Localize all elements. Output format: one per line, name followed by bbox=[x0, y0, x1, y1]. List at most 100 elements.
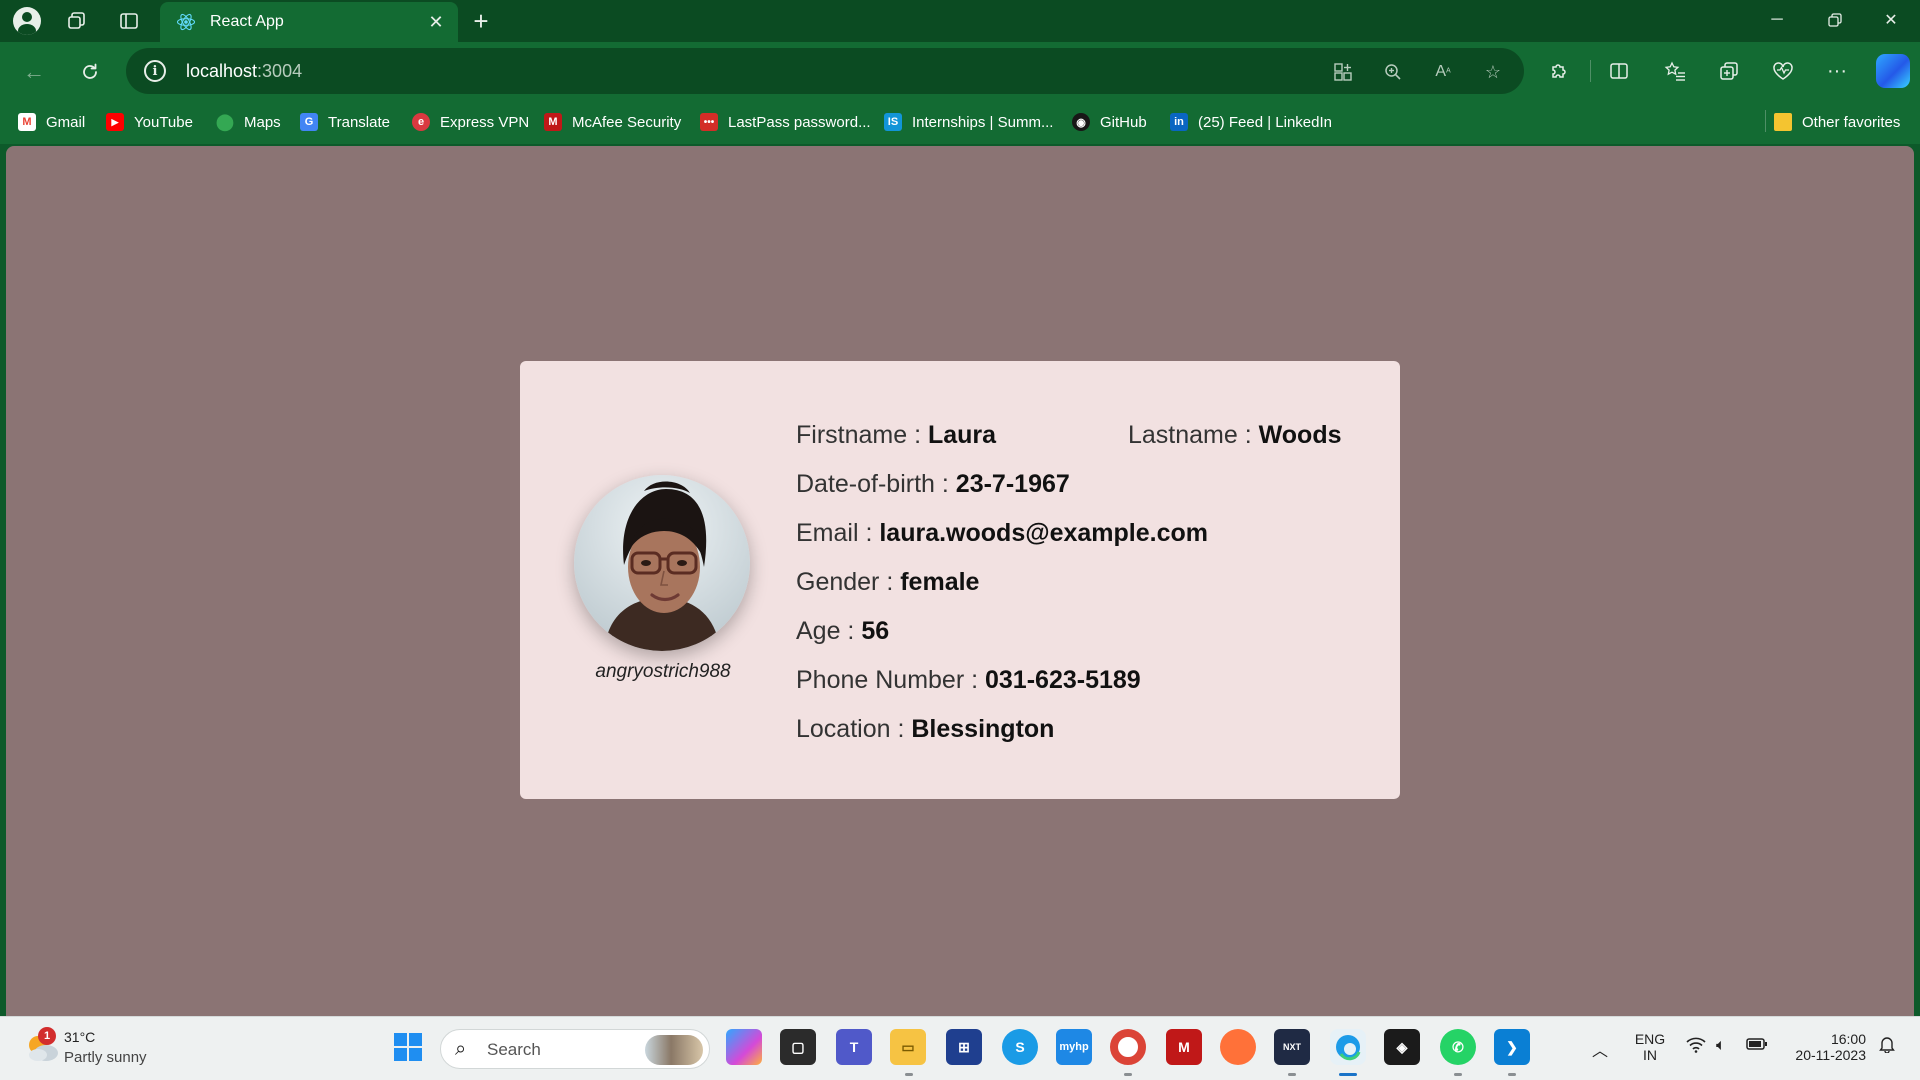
favorite-github[interactable]: ◉ GitHub bbox=[1072, 110, 1147, 134]
close-tab-icon[interactable]: ✕ bbox=[424, 10, 448, 34]
url-text[interactable]: localhost:3004 bbox=[186, 61, 302, 82]
internshala-icon: IS bbox=[884, 113, 902, 131]
toolbar-divider bbox=[1590, 60, 1591, 82]
task-view-icon[interactable]: ▢ bbox=[780, 1029, 816, 1065]
age-field: Age : 56 bbox=[796, 617, 890, 645]
translate-icon: G bbox=[300, 113, 318, 131]
copilot-icon[interactable] bbox=[1876, 54, 1910, 88]
tab-title: React App bbox=[210, 13, 284, 30]
tab-react-app[interactable]: React App ✕ bbox=[160, 2, 458, 42]
lastpass-icon: ••• bbox=[700, 113, 718, 131]
firstname-field: Firstname : Laura bbox=[796, 421, 997, 449]
weather-description: Partly sunny bbox=[64, 1049, 147, 1066]
volume-icon[interactable]: 🔈︎ bbox=[1716, 1037, 1726, 1055]
edge-icon[interactable] bbox=[1330, 1029, 1366, 1065]
favorite-gmail[interactable]: M Gmail bbox=[18, 110, 85, 134]
windows-start-icon[interactable] bbox=[390, 1029, 426, 1065]
firefox-icon[interactable] bbox=[1220, 1029, 1256, 1065]
restore-button[interactable] bbox=[1806, 0, 1864, 40]
language-indicator[interactable]: ENG IN bbox=[1630, 1031, 1670, 1063]
location-field: Location : Blessington bbox=[796, 715, 1055, 743]
favorite-linkedin[interactable]: in (25) Feed | LinkedIn bbox=[1170, 110, 1332, 134]
lastname-field: Lastname : Woods bbox=[1128, 421, 1342, 449]
address-bar-row: ← i localhost:3004 Aᴬ ☆ ··· bbox=[0, 42, 1920, 100]
email-field: Email : laura.woods@example.com bbox=[796, 519, 1209, 547]
clock-date: 20-11-2023 bbox=[1795, 1047, 1866, 1063]
chevron-up-icon[interactable]: ︿ bbox=[1592, 1037, 1608, 1061]
active-indicator bbox=[1339, 1073, 1357, 1076]
notifications-icon[interactable] bbox=[1878, 1035, 1896, 1058]
clock-time: 16:00 bbox=[1830, 1031, 1866, 1047]
new-tab-button[interactable]: + bbox=[466, 6, 496, 36]
page-viewport: angryostrich988 Firstname : Laura Lastna… bbox=[6, 146, 1914, 1016]
maps-icon: ⬤ bbox=[216, 114, 234, 131]
expressvpn-icon: e bbox=[412, 113, 430, 131]
region-code: IN bbox=[1643, 1047, 1657, 1063]
site-info-icon[interactable]: i bbox=[144, 60, 166, 82]
read-aloud-icon[interactable]: Aᴬ bbox=[1430, 59, 1456, 85]
extensions-icon[interactable] bbox=[1542, 54, 1576, 88]
favorites-icon[interactable] bbox=[1658, 54, 1692, 88]
collections-icon[interactable] bbox=[1712, 54, 1746, 88]
workspaces-icon[interactable] bbox=[60, 6, 94, 36]
whatsapp-icon[interactable]: ✆ bbox=[1440, 1029, 1476, 1065]
more-options-icon[interactable]: ··· bbox=[1820, 54, 1854, 88]
wifi-icon[interactable] bbox=[1686, 1037, 1706, 1058]
favorite-mcafee[interactable]: M McAfee Security bbox=[544, 110, 681, 134]
minimize-button[interactable]: ─ bbox=[1748, 0, 1806, 40]
running-indicator bbox=[905, 1073, 913, 1076]
user-profile-card: angryostrich988 Firstname : Laura Lastna… bbox=[520, 361, 1400, 799]
gender-field: Gender : female bbox=[796, 568, 980, 596]
split-screen-icon[interactable] bbox=[1602, 54, 1636, 88]
user-avatar bbox=[574, 475, 750, 651]
other-favorites-folder[interactable]: Other favorites bbox=[1774, 110, 1900, 134]
virtualbox-icon[interactable]: ◈ bbox=[1384, 1029, 1420, 1065]
language-code: ENG bbox=[1634, 1031, 1666, 1047]
file-explorer-icon[interactable]: ▭ bbox=[890, 1029, 926, 1065]
profile-icon[interactable] bbox=[10, 6, 44, 36]
refresh-icon[interactable] bbox=[72, 54, 108, 90]
linkedin-icon: in bbox=[1170, 113, 1188, 131]
weather-temperature: 31°C bbox=[64, 1029, 96, 1045]
mcafee-taskbar-icon[interactable]: M bbox=[1166, 1029, 1202, 1065]
running-indicator bbox=[1124, 1073, 1132, 1076]
skype-icon[interactable]: S bbox=[1002, 1029, 1038, 1065]
taskbar-search[interactable]: ⌕ Search bbox=[440, 1029, 710, 1069]
favorite-star-icon[interactable]: ☆ bbox=[1480, 59, 1506, 85]
app-available-icon[interactable] bbox=[1330, 59, 1356, 85]
favorite-internships[interactable]: IS Internships | Summ... bbox=[884, 110, 1053, 134]
favorite-lastpass[interactable]: ••• LastPass password... bbox=[700, 110, 871, 134]
windows-taskbar: 1 31°C Partly sunny ⌕ Search ▢ T ▭ ⊞ S m… bbox=[0, 1016, 1920, 1080]
dob-field: Date-of-birth : 23-7-1967 bbox=[796, 470, 1070, 498]
nxt-wave-icon[interactable]: NXT bbox=[1274, 1029, 1310, 1065]
react-icon bbox=[176, 13, 196, 31]
running-indicator bbox=[1454, 1073, 1462, 1076]
running-indicator bbox=[1508, 1073, 1516, 1076]
username: angryostrich988 bbox=[595, 661, 731, 682]
favorite-translate[interactable]: G Translate bbox=[300, 110, 390, 134]
battery-icon[interactable] bbox=[1746, 1037, 1768, 1056]
zoom-icon[interactable] bbox=[1380, 59, 1406, 85]
close-window-button[interactable]: ✕ bbox=[1862, 0, 1920, 40]
weather-badge: 1 bbox=[38, 1027, 56, 1045]
favorites-bar: M Gmail ▶ YouTube ⬤ Maps G Translate e E… bbox=[0, 100, 1920, 144]
favorite-maps[interactable]: ⬤ Maps bbox=[216, 110, 281, 134]
address-bar[interactable]: i localhost:3004 Aᴬ ☆ bbox=[126, 48, 1524, 94]
favorite-express-vpn[interactable]: e Express VPN bbox=[412, 110, 529, 134]
running-indicator bbox=[1288, 1073, 1296, 1076]
favorite-youtube[interactable]: ▶ YouTube bbox=[106, 110, 193, 134]
microsoft-store-icon[interactable]: ⊞ bbox=[946, 1029, 982, 1065]
search-icon: ⌕ bbox=[455, 1038, 467, 1060]
vscode-icon[interactable]: ❯ bbox=[1494, 1029, 1530, 1065]
copilot-preview-icon[interactable] bbox=[726, 1029, 762, 1065]
youtube-icon: ▶ bbox=[106, 113, 124, 131]
myhp-icon[interactable]: myhp bbox=[1056, 1029, 1092, 1065]
clock[interactable]: 16:00 20-11-2023 bbox=[1782, 1031, 1866, 1063]
folder-icon bbox=[1774, 113, 1792, 131]
browser-essentials-icon[interactable] bbox=[1766, 54, 1800, 88]
back-arrow-icon[interactable]: ← bbox=[16, 54, 52, 90]
teams-icon[interactable]: T bbox=[836, 1029, 872, 1065]
chrome-icon[interactable] bbox=[1110, 1029, 1146, 1065]
browser-tab-bar: React App ✕ + ─ ✕ bbox=[0, 0, 1920, 42]
tab-actions-icon[interactable] bbox=[112, 6, 146, 36]
